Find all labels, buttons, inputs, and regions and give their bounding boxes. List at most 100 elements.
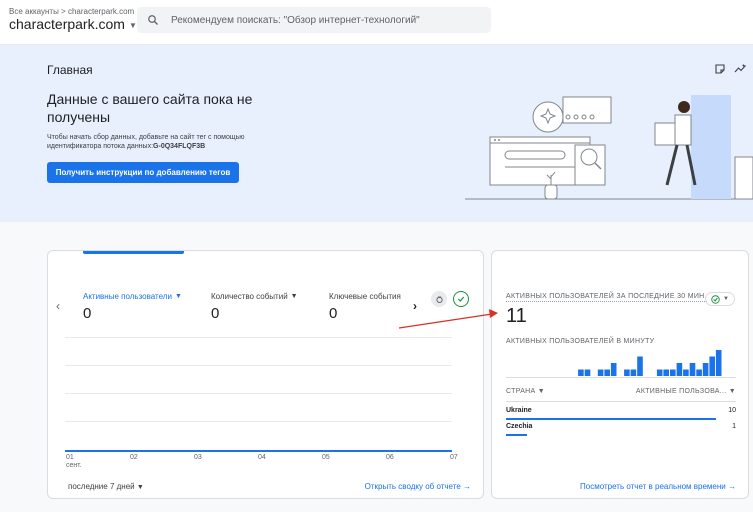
stream-id: G-0Q34FLQF3B	[153, 143, 206, 150]
minute-bar	[610, 363, 617, 376]
overview-badges	[431, 291, 469, 307]
country-name: Czechia	[506, 423, 533, 430]
caret-down-icon: ▼	[728, 388, 736, 395]
bar-chart-baseline	[506, 377, 736, 378]
x-tick-label: 02	[130, 454, 138, 461]
x-tick-label: 06	[386, 454, 394, 461]
minute-bar	[637, 356, 643, 376]
minute-bar	[630, 369, 637, 376]
minute-bar	[670, 369, 676, 376]
date-range-selector[interactable]: последние 7 дней ▼	[68, 482, 144, 491]
x-tick-label: 03	[194, 454, 202, 461]
minute-bar	[656, 369, 663, 376]
top-bar: Все аккаунты > characterpark.com charact…	[0, 0, 753, 45]
metric-value: 0	[211, 305, 220, 322]
check-circle-icon[interactable]	[453, 291, 469, 307]
breadcrumb[interactable]: Все аккаунты > characterpark.com	[9, 7, 134, 16]
gridline	[65, 393, 452, 394]
search-icon	[148, 15, 158, 25]
hero-actions	[714, 63, 747, 75]
realtime-status-selector[interactable]: ▼	[705, 292, 735, 306]
metric-label: Активные пользователи	[83, 292, 172, 301]
col-country-label: СТРАНА	[506, 388, 536, 395]
gridline	[65, 421, 452, 422]
realtime-report-link[interactable]: Посмотреть отчет в реальном времени →	[580, 482, 736, 491]
meter-fill	[506, 418, 716, 420]
metric-active-users[interactable]: Активные пользователи ▼ 0	[83, 292, 182, 322]
x-axis-month: сент.	[66, 462, 82, 469]
chart-baseline	[65, 450, 452, 452]
minute-bar	[689, 363, 696, 376]
active-tab-indicator	[83, 251, 184, 254]
date-range-label: последние 7 дней	[68, 482, 135, 491]
x-tick-label: 04	[258, 454, 266, 461]
minute-bar	[663, 369, 669, 376]
open-overview-label: Открыть сводку об отчете	[364, 482, 461, 491]
table-header: СТРАНА ▼ АКТИВНЫЕ ПОЛЬЗОВА... ▼	[506, 388, 736, 395]
hero-illustration	[465, 95, 753, 200]
x-tick-label: 07	[450, 454, 458, 461]
caret-down-icon: ▼	[290, 293, 298, 300]
check-circle-icon	[711, 294, 720, 304]
account-name: characterpark.com	[9, 16, 125, 32]
caret-down-icon: ▼	[136, 484, 144, 491]
search-bar[interactable]	[137, 7, 491, 33]
minute-bar	[696, 369, 702, 376]
caret-down-icon: ▼	[174, 293, 182, 300]
page-title: Главная	[47, 63, 93, 77]
metric-value: 0	[83, 305, 92, 322]
open-overview-link[interactable]: Открыть сводку об отчете →	[365, 482, 471, 491]
chevron-left-icon[interactable]: ‹	[56, 299, 60, 313]
arrow-right-icon: →	[728, 482, 736, 491]
per-minute-title: АКТИВНЫХ ПОЛЬЗОВАТЕЛЕЙ В МИНУТУ	[506, 338, 655, 345]
metric-label: Количество событий	[211, 292, 288, 301]
minute-bar	[702, 363, 709, 376]
minute-bar	[604, 369, 610, 376]
search-input[interactable]	[171, 14, 471, 26]
col-country[interactable]: СТРАНА ▼	[506, 388, 545, 395]
insights-icon[interactable]	[734, 63, 747, 75]
insight-icon[interactable]	[431, 291, 447, 307]
metric-key-events[interactable]: Ключевые события 0	[329, 292, 401, 322]
col-active-users[interactable]: АКТИВНЫЕ ПОЛЬЗОВА... ▼	[636, 388, 736, 395]
table-divider	[506, 401, 736, 402]
arrow-right-icon: →	[463, 482, 471, 491]
chevron-right-icon[interactable]: ›	[413, 299, 417, 313]
hero-banner: Главная Данные с вашего сайта пока не по…	[0, 45, 753, 222]
gridline	[65, 337, 452, 338]
gridline	[65, 365, 452, 366]
hero-headline: Данные с вашего сайта пока не получены	[47, 91, 253, 125]
account-selector[interactable]: characterpark.com ▼	[9, 16, 137, 32]
caret-down-icon: ▼	[128, 20, 137, 30]
minute-bar	[578, 369, 584, 376]
country-name: Ukraine	[506, 407, 532, 414]
realtime-title: АКТИВНЫХ ПОЛЬЗОВАТЕЛЕЙ ЗА ПОСЛЕДНИЕ 30 М…	[506, 293, 707, 302]
minute-bar	[624, 369, 630, 376]
minute-bar	[597, 369, 604, 376]
metric-event-count[interactable]: Количество событий ▼ 0	[211, 292, 298, 322]
caret-down-icon: ▼	[723, 296, 729, 302]
note-icon[interactable]	[714, 63, 726, 75]
hero-desc-text: Чтобы начать сбор данных, добавьте на са…	[47, 134, 245, 150]
minute-bar	[676, 363, 683, 376]
user-count: 10	[728, 407, 736, 414]
tag-instructions-button[interactable]: Получить инструкции по добавлению тегов	[47, 162, 239, 183]
meter-fill	[506, 434, 527, 436]
x-tick-label: 05	[322, 454, 330, 461]
user-count: 1	[732, 423, 736, 430]
realtime-card: АКТИВНЫХ ПОЛЬЗОВАТЕЛЕЙ ЗА ПОСЛЕДНИЕ 30 М…	[491, 250, 749, 499]
per-minute-bar-chart	[578, 350, 722, 376]
metric-value: 0	[329, 305, 338, 322]
hero-description: Чтобы начать сбор данных, добавьте на са…	[47, 133, 277, 151]
realtime-value: 11	[506, 305, 527, 327]
minute-bar	[584, 369, 591, 376]
caret-down-icon: ▼	[537, 388, 545, 395]
col-users-label: АКТИВНЫЕ ПОЛЬЗОВА...	[635, 388, 727, 395]
realtime-link-label: Посмотреть отчет в реальном времени	[580, 482, 726, 491]
metric-label: Ключевые события	[329, 292, 401, 301]
minute-bar	[683, 369, 689, 376]
overview-card: ‹ Активные пользователи ▼ 0 Количество со…	[47, 250, 484, 499]
minute-bar	[715, 350, 722, 376]
minute-bar	[709, 356, 715, 376]
x-tick-label: 01	[66, 454, 74, 461]
